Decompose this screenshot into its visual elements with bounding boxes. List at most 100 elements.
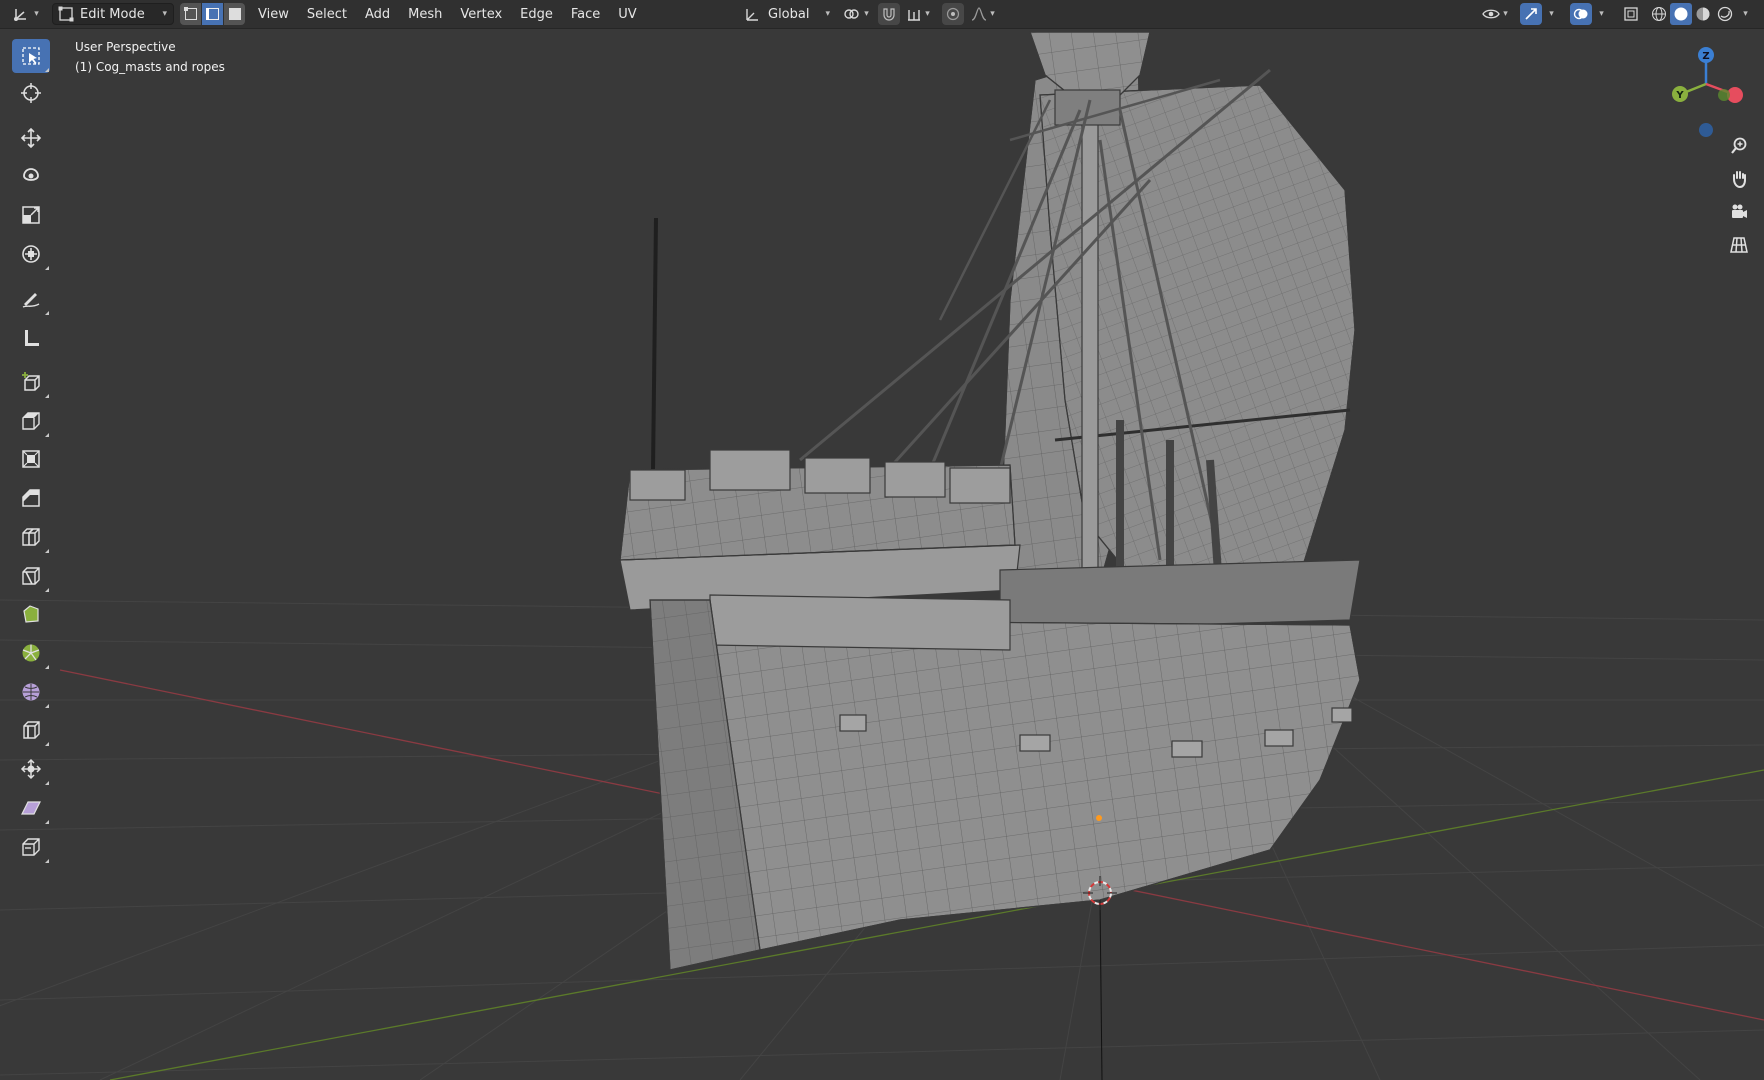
measure-tool[interactable] (12, 321, 50, 355)
xray-icon (1624, 7, 1638, 21)
wireframe-shading-button[interactable] (1648, 3, 1670, 25)
pivot-point-dropdown[interactable]: ▾ (840, 3, 872, 25)
select-box-tool[interactable] (12, 39, 50, 73)
extrude-icon (22, 412, 40, 430)
bevel-tool[interactable] (12, 481, 50, 515)
overlays-dropdown[interactable]: ▾ (1592, 3, 1608, 25)
ortho-grid-icon (1730, 237, 1748, 253)
edge-select-button[interactable] (202, 3, 224, 25)
transform-icon (22, 245, 40, 263)
menu-vertex[interactable]: Vertex (454, 7, 508, 22)
hand-pan-icon (1733, 171, 1746, 189)
gizmo-z-label: Z (1702, 51, 1709, 62)
inset-tool[interactable] (12, 442, 50, 476)
smooth-tool[interactable] (12, 675, 50, 709)
viewport-header: ▾ Edit Mode ▾ View Select Add Mesh Verte… (0, 0, 1764, 29)
rotate-icon (23, 168, 39, 181)
selected-vertex[interactable] (1096, 815, 1102, 821)
material-shading-button[interactable] (1692, 3, 1714, 25)
camera-icon (1732, 204, 1747, 218)
chevron-down-icon: ▾ (925, 9, 930, 19)
proportional-edit-icon (946, 7, 960, 21)
menu-view[interactable]: View (252, 7, 295, 22)
move-tool[interactable] (12, 121, 50, 155)
menu-add[interactable]: Add (359, 7, 396, 22)
editor-type-dropdown[interactable]: ▾ (6, 3, 46, 25)
shrink-fatten-tool[interactable] (12, 752, 50, 786)
tool-options-corner (45, 859, 49, 863)
xray-toggle[interactable] (1620, 3, 1642, 25)
transform-tool[interactable] (12, 237, 50, 271)
transform-orientation-dropdown[interactable]: Global ▾ (744, 3, 832, 25)
inset-icon (22, 450, 40, 468)
material-sphere-icon (1696, 7, 1710, 21)
chevron-down-icon: ▾ (825, 9, 830, 19)
tool-options-corner (45, 433, 49, 437)
visibility-dropdown[interactable]: ▾ (1478, 3, 1512, 25)
gizmo-dropdown[interactable]: ▾ (1542, 3, 1558, 25)
gizmo-arrow-icon (1525, 8, 1537, 20)
snap-toggle[interactable] (878, 3, 900, 25)
tool-options-corner (45, 311, 49, 315)
rip-tool[interactable] (12, 830, 50, 864)
proportional-edit-toggle[interactable] (942, 3, 964, 25)
loop-cut-tool[interactable] (12, 520, 50, 554)
menu-bar: View Select Add Mesh Vertex Edge Face UV (252, 3, 643, 25)
camera-view-button[interactable] (1722, 197, 1756, 227)
smooth-icon (22, 683, 40, 701)
mode-dropdown[interactable]: Edit Mode ▾ (52, 3, 174, 25)
spin-tool[interactable] (12, 636, 50, 670)
annotate-icon (22, 293, 40, 308)
menu-edge[interactable]: Edge (514, 7, 559, 22)
solid-shading-button[interactable] (1670, 3, 1692, 25)
gizmo-toggle[interactable] (1520, 3, 1542, 25)
falloff-dropdown[interactable]: ▾ (966, 3, 1000, 25)
annotate-tool[interactable] (12, 282, 50, 316)
edge-slide-tool[interactable] (12, 713, 50, 747)
menu-mesh[interactable]: Mesh (402, 7, 448, 22)
viewport-scene[interactable] (0, 29, 1764, 1080)
ship-mesh[interactable] (619, 31, 1361, 971)
ortho-toggle-button[interactable] (1722, 230, 1756, 260)
vertex-select-icon (183, 7, 197, 20)
knife-tool[interactable] (12, 559, 50, 593)
face-select-button[interactable] (224, 3, 245, 25)
scale-icon (22, 206, 40, 224)
cursor-tool[interactable] (12, 76, 50, 110)
edit-mode-icon (58, 6, 74, 22)
chevron-down-icon: ▾ (34, 9, 39, 19)
active-object-label: (1) Cog_masts and ropes (75, 60, 225, 74)
add-cube-tool[interactable] (12, 365, 50, 399)
view-name-label: User Perspective (75, 40, 176, 54)
menu-select[interactable]: Select (301, 7, 353, 22)
chevron-down-icon: ▾ (1599, 9, 1604, 19)
tool-options-corner (45, 266, 49, 270)
gizmo-neg-z-axis[interactable] (1699, 123, 1713, 137)
gizmo-neg-y-axis[interactable] (1718, 89, 1730, 101)
tool-options-corner (45, 820, 49, 824)
extrude-tool[interactable] (12, 404, 50, 438)
scale-tool[interactable] (12, 198, 50, 232)
face-select-icon (228, 8, 241, 20)
zoom-button[interactable] (1722, 131, 1756, 161)
rendered-sphere-icon (1717, 6, 1733, 22)
rotate-tool[interactable] (12, 159, 50, 193)
rendered-shading-button[interactable] (1714, 3, 1736, 25)
poly-build-tool[interactable] (12, 597, 50, 631)
select-box-icon (22, 47, 40, 65)
chevron-down-icon: ▾ (1549, 9, 1554, 19)
shading-dropdown[interactable]: ▾ (1736, 3, 1752, 25)
3d-viewport[interactable]: User Perspective (1) Cog_masts and ropes… (0, 29, 1764, 1080)
tool-options-corner (45, 704, 49, 708)
shear-tool[interactable] (12, 791, 50, 825)
pan-button[interactable] (1722, 164, 1756, 194)
overlays-toggle[interactable] (1570, 3, 1592, 25)
tool-options-corner (45, 588, 49, 592)
menu-face[interactable]: Face (565, 7, 606, 22)
tool-options-corner (45, 68, 49, 72)
vertex-select-button[interactable] (180, 3, 202, 25)
snap-target-dropdown[interactable]: ▾ (900, 3, 936, 25)
cursor-origin-line (1099, 899, 1103, 1080)
menu-uv[interactable]: UV (612, 7, 642, 22)
orientation-icon (746, 9, 758, 21)
